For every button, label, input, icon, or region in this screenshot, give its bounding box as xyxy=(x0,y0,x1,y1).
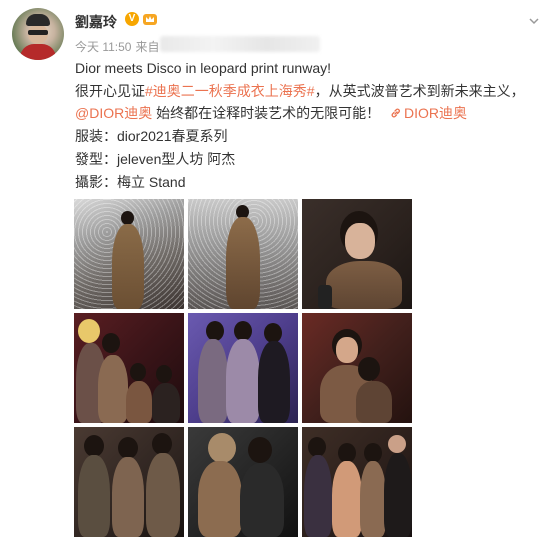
person-hair xyxy=(208,433,236,463)
post-text-line-1: Dior meets Disco in leopard print runway… xyxy=(75,60,331,76)
photo-2[interactable] xyxy=(188,199,298,309)
person-body xyxy=(384,453,412,537)
post-text-line-4: 服装：dior2021春夏系列 xyxy=(75,128,228,144)
photo-5[interactable] xyxy=(188,313,298,423)
person-body xyxy=(78,455,110,537)
avatar-glasses xyxy=(28,30,48,35)
post-time[interactable]: 今天 11:50 xyxy=(75,40,131,54)
line3-text: 始终都在诠释时装艺术的无限可能！ xyxy=(152,105,381,121)
person-body xyxy=(226,339,260,423)
photo-9[interactable] xyxy=(302,427,412,537)
chevron-down-icon[interactable] xyxy=(529,16,539,26)
post-text-line-5: 發型：jeleven型人坊 阿杰 xyxy=(75,151,236,167)
person-body xyxy=(304,455,332,537)
person-hair xyxy=(78,319,100,343)
photo-3[interactable] xyxy=(302,199,412,309)
post-text-line-6: 攝影：梅立 Stand xyxy=(75,174,186,190)
person-head xyxy=(206,321,224,341)
link-icon xyxy=(391,108,400,118)
person-head xyxy=(102,333,120,353)
person-head xyxy=(388,435,406,453)
person-body xyxy=(356,381,392,423)
username[interactable]: 劉嘉玲 xyxy=(75,12,117,32)
verified-badge-icon[interactable]: V xyxy=(125,12,139,26)
post-meta: 今天 11:50 来自 xyxy=(75,38,164,55)
person-body xyxy=(198,339,228,423)
person-body xyxy=(112,457,144,537)
person-head xyxy=(358,357,380,381)
photo-6[interactable] xyxy=(302,313,412,423)
post-source-prefix: 来自 xyxy=(135,40,160,54)
model-face xyxy=(345,223,375,259)
post-text-line-3: @DIOR迪奥 始终都在诠释时装艺术的无限可能！ DIOR迪奥 xyxy=(75,102,543,124)
avatar-shirt xyxy=(20,44,56,60)
source-blurred xyxy=(160,36,320,52)
microphone xyxy=(318,285,332,309)
person-body xyxy=(332,461,362,537)
line2-prefix: 很开心见证 xyxy=(75,83,145,99)
hashtag-link[interactable]: #迪奥二一秋季成衣上海秀# xyxy=(145,83,315,99)
line2-suffix: ，从英式波普艺术到新未来主义， xyxy=(314,83,525,99)
person-body xyxy=(198,461,242,537)
weibo-post-card: 劉嘉玲 V 今天 11:50 来自 Dior meets Disco in leo… xyxy=(0,0,553,545)
model-dress xyxy=(226,217,260,309)
person-head xyxy=(264,323,282,343)
person-head xyxy=(156,365,172,383)
model-head xyxy=(121,211,134,225)
person-head xyxy=(152,433,172,455)
avatar-cap xyxy=(26,14,50,26)
person-head xyxy=(364,443,382,463)
person-body xyxy=(152,383,180,423)
person-face xyxy=(336,337,358,363)
mention-link[interactable]: @DIOR迪奥 xyxy=(75,105,152,121)
photo-1[interactable] xyxy=(74,199,184,309)
person-head xyxy=(118,437,138,459)
person-head xyxy=(84,435,104,457)
person-head xyxy=(308,437,326,457)
person-head xyxy=(130,363,146,381)
person-head xyxy=(248,437,272,463)
model-dress xyxy=(112,224,144,309)
user-avatar[interactable] xyxy=(12,8,64,60)
person-head xyxy=(338,443,356,463)
dior-page-link-label: DIOR迪奥 xyxy=(404,105,467,121)
model-dress xyxy=(326,261,402,309)
person-body xyxy=(126,381,152,423)
post-text-line-2: 很开心见证#迪奥二一秋季成衣上海秀#，从英式波普艺术到新未来主义， xyxy=(75,80,543,102)
dior-page-link[interactable]: DIOR迪奥 xyxy=(384,105,467,121)
person-body xyxy=(240,463,284,537)
photo-4[interactable] xyxy=(74,313,184,423)
person-body xyxy=(146,453,180,537)
photo-7[interactable] xyxy=(74,427,184,537)
person-body xyxy=(98,355,128,423)
vip-crown-icon[interactable] xyxy=(142,11,158,26)
person-head xyxy=(234,321,252,341)
person-body xyxy=(360,461,386,537)
photo-8[interactable] xyxy=(188,427,298,537)
person-body xyxy=(258,341,290,423)
